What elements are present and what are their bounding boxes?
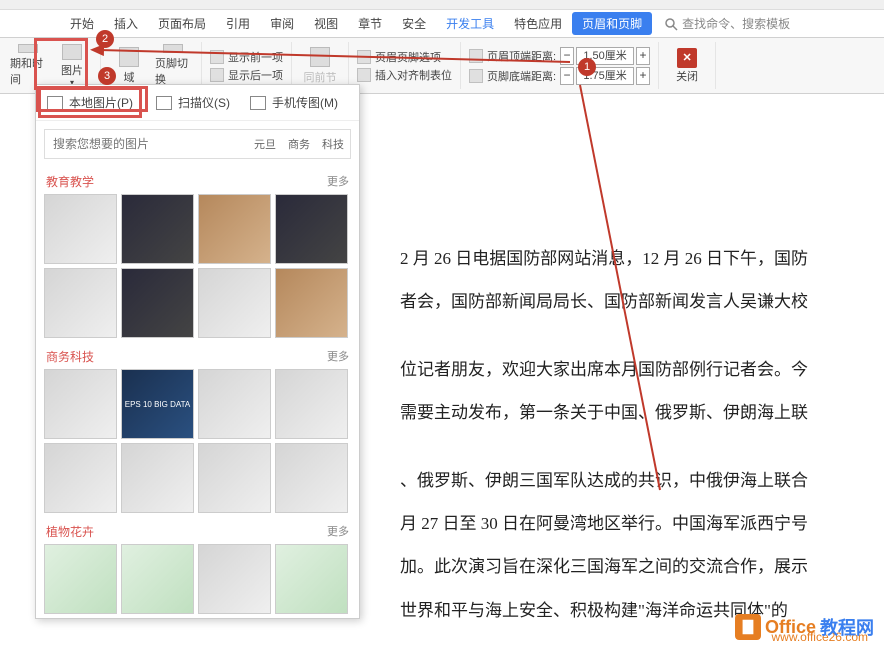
thumb[interactable] — [275, 369, 348, 439]
watermark-icon — [735, 614, 761, 640]
same-prev-button[interactable]: 同前节 — [298, 42, 342, 89]
mobile-icon — [250, 96, 266, 110]
tab-layout[interactable]: 页面布局 — [148, 11, 216, 36]
thumb[interactable]: EPS 10 BIG DATA — [121, 369, 194, 439]
tab-special[interactable]: 特色应用 — [504, 11, 572, 36]
doc-line: 、俄罗斯、伊朗三国军队达成的共识，中俄伊海上联合 — [400, 462, 854, 499]
annotation-3: 3 — [98, 67, 116, 85]
thumb[interactable] — [44, 194, 117, 264]
thumb[interactable] — [121, 268, 194, 338]
show-prev-button[interactable]: 显示前一项 — [208, 48, 285, 66]
thumb[interactable] — [275, 544, 348, 614]
doc-line: 月 27 日至 30 日在阿曼湾地区举行。中国海军派西宁号 — [400, 505, 854, 542]
tab-ref[interactable]: 引用 — [216, 11, 260, 36]
doc-line: 加。此次演习旨在深化三国海军之间的交流合作，展示 — [400, 548, 854, 585]
scanner-option[interactable]: 扫描仪(S) — [156, 91, 230, 114]
picture-button[interactable]: 图片▾ — [50, 42, 94, 89]
mobile-option[interactable]: 手机传图(M) — [250, 91, 338, 114]
picture-dropdown: 本地图片(P) 扫描仪(S) 手机传图(M) 元旦 商务 科技 教育教学更多 商… — [35, 84, 360, 619]
doc-line: 位记者朋友，欢迎大家出席本月国防部例行记者会。今 — [400, 351, 854, 388]
command-search[interactable]: 查找命令、搜索模板 — [664, 15, 790, 32]
tab-header-footer[interactable]: 页眉和页脚 — [572, 12, 652, 35]
image-search[interactable]: 元旦 商务 科技 — [44, 129, 351, 159]
thumb[interactable] — [44, 443, 117, 513]
hf-switch-button[interactable]: 页脚切换 — [151, 42, 195, 89]
hf-options-button[interactable]: 页眉页脚选项 — [355, 48, 454, 66]
thumb[interactable] — [275, 194, 348, 264]
doc-line: 2 月 26 日电据国防部网站消息，12 月 26 日下午，国防 — [400, 240, 854, 277]
thumb[interactable] — [121, 194, 194, 264]
footer-dist-icon — [469, 69, 483, 83]
date-time-button[interactable]: 期和时间 — [6, 42, 50, 89]
more-education[interactable]: 更多 — [327, 173, 349, 190]
doc-line: 者会，国防部新闻局局长、国防部新闻发言人吴谦大校 — [400, 283, 854, 320]
scanner-icon — [156, 96, 172, 110]
annotation-1: 1 — [578, 58, 596, 76]
close-hf-button[interactable]: ✕ 关闭 — [665, 46, 709, 86]
thumb[interactable] — [44, 544, 117, 614]
footer-dist-minus[interactable]: − — [560, 67, 574, 85]
thumb[interactable] — [44, 369, 117, 439]
local-picture-option[interactable]: 本地图片(P) — [38, 87, 142, 118]
thumb[interactable] — [121, 443, 194, 513]
thumb[interactable] — [198, 369, 271, 439]
image-icon — [47, 96, 63, 110]
tag-2[interactable]: 商务 — [282, 136, 316, 152]
tab-section[interactable]: 章节 — [348, 11, 392, 36]
tab-devtools[interactable]: 开发工具 — [436, 11, 504, 36]
thumb[interactable] — [275, 443, 348, 513]
watermark: Office教程网 — [735, 614, 874, 640]
header-top-distance: 页眉顶端距离: − 1.50厘米 + — [467, 46, 652, 66]
header-dist-minus[interactable]: − — [560, 47, 574, 65]
footer-bottom-distance: 页脚底端距离: − 1.75厘米 + — [467, 66, 652, 86]
thumb[interactable] — [198, 268, 271, 338]
more-business[interactable]: 更多 — [327, 348, 349, 365]
header-dist-icon — [469, 49, 483, 63]
show-next-button[interactable]: 显示后一项 — [208, 66, 285, 84]
document-body[interactable]: 2 月 26 日电据国防部网站消息，12 月 26 日下午，国防 者会，国防部新… — [380, 120, 874, 638]
image-search-input[interactable] — [45, 137, 248, 151]
thumb[interactable] — [275, 268, 348, 338]
thumb[interactable] — [198, 194, 271, 264]
tag-3[interactable]: 科技 — [316, 136, 350, 152]
search-placeholder: 查找命令、搜索模板 — [682, 15, 790, 32]
tag-1[interactable]: 元旦 — [248, 136, 282, 152]
search-icon — [664, 17, 678, 31]
doc-line: 需要主动发布，第一条关于中国、俄罗斯、伊朗海上联 — [400, 394, 854, 431]
category-education: 教育教学 — [46, 173, 94, 190]
footer-dist-plus[interactable]: + — [636, 67, 650, 85]
annotation-2: 2 — [96, 30, 114, 48]
tab-view[interactable]: 视图 — [304, 11, 348, 36]
thumb[interactable] — [198, 443, 271, 513]
tab-review[interactable]: 审阅 — [260, 11, 304, 36]
thumb[interactable] — [121, 544, 194, 614]
category-business: 商务科技 — [46, 348, 94, 365]
thumb[interactable] — [44, 268, 117, 338]
insert-align-tab-button[interactable]: 插入对齐制表位 — [355, 66, 454, 84]
tab-security[interactable]: 安全 — [392, 11, 436, 36]
header-dist-plus[interactable]: + — [636, 47, 650, 65]
close-icon: ✕ — [677, 48, 697, 68]
category-plants: 植物花卉 — [46, 523, 94, 540]
thumb[interactable] — [198, 544, 271, 614]
more-plants[interactable]: 更多 — [327, 523, 349, 540]
